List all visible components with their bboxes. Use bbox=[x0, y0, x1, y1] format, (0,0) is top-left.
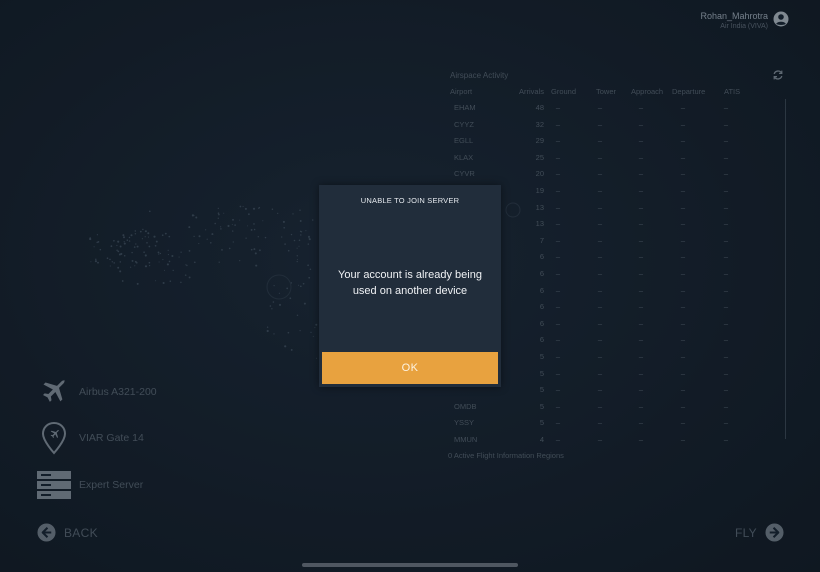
ok-button[interactable]: OK bbox=[322, 352, 498, 384]
error-dialog: UNABLE TO JOIN SERVER Your account is al… bbox=[319, 185, 501, 387]
dialog-title: UNABLE TO JOIN SERVER bbox=[360, 196, 460, 205]
dialog-message: Your account is already being used on an… bbox=[338, 269, 482, 297]
